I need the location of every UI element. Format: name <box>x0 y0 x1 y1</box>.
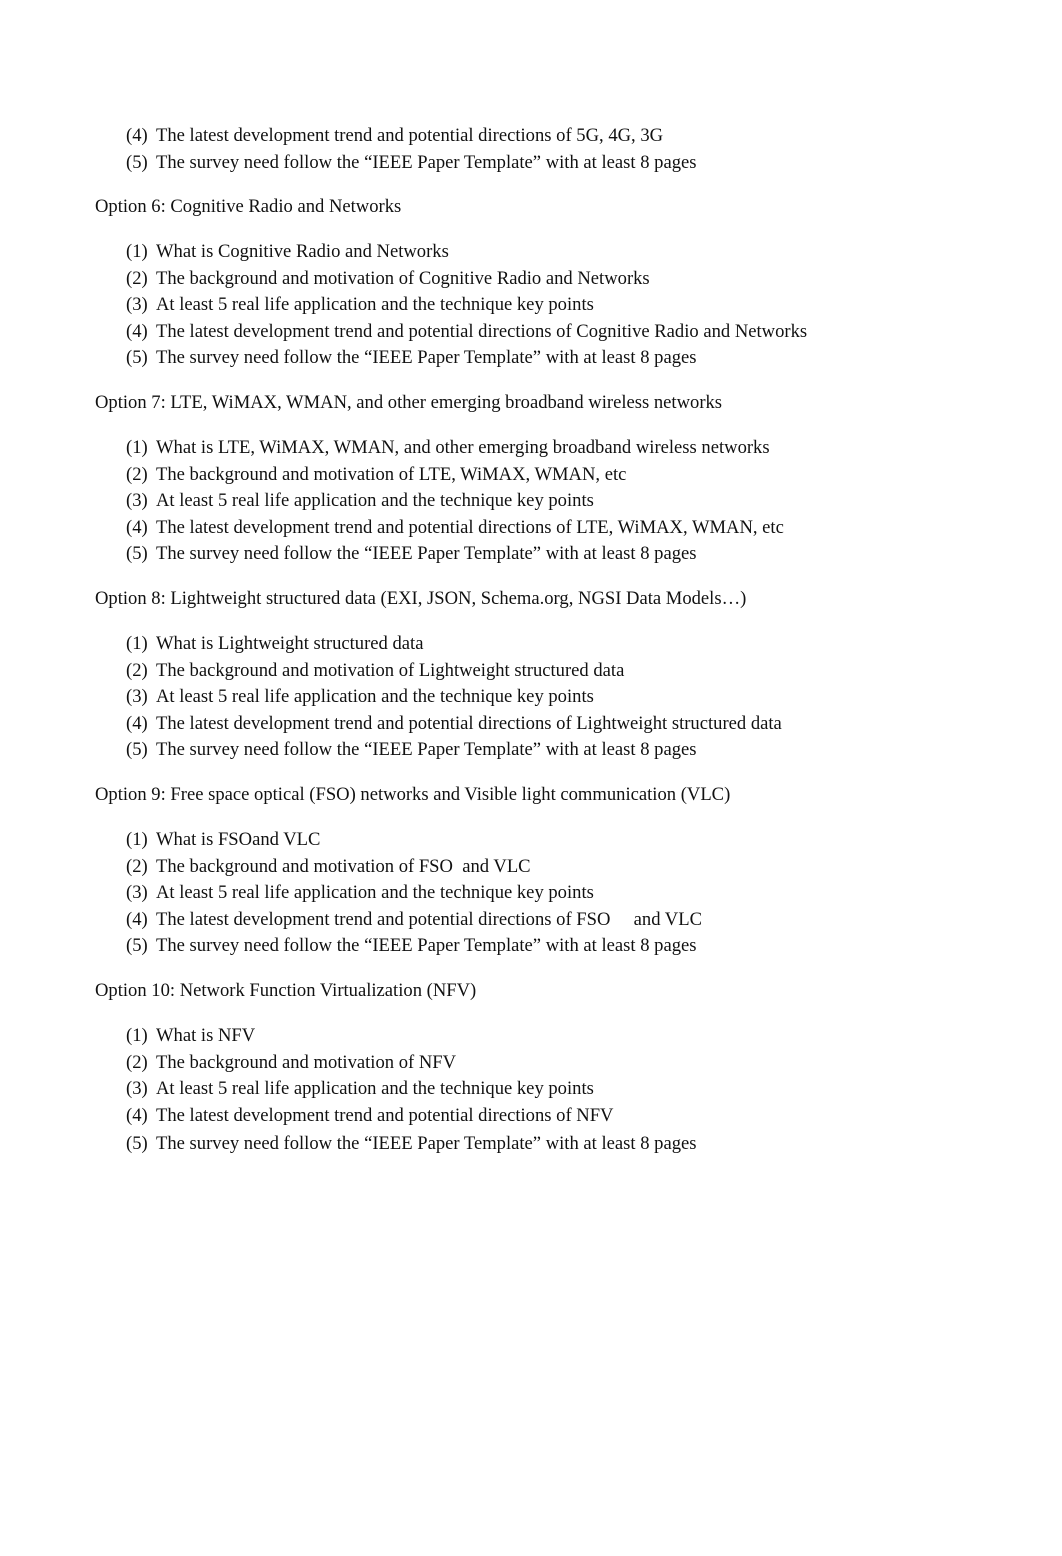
list-item-number: (5) <box>126 1133 148 1154</box>
list-item-number: (1) <box>126 1025 148 1046</box>
list-item-text: The latest development trend and potenti… <box>156 909 702 930</box>
option-heading: Option 7: LTE, WiMAX, WMAN, and other em… <box>95 392 723 413</box>
list-item-number: (2) <box>126 1052 148 1073</box>
list-item-text: The latest development trend and potenti… <box>156 321 808 342</box>
list-item-text: At least 5 real life application and the… <box>156 1078 594 1099</box>
list-item-number: (4) <box>126 321 148 342</box>
list-item-text: At least 5 real life application and the… <box>156 490 594 511</box>
list-item-text: The survey need follow the “IEEE Paper T… <box>156 1133 697 1154</box>
list-item-text: The latest development trend and potenti… <box>156 1105 614 1126</box>
list-item-text: What is Cognitive Radio and Networks <box>156 241 449 262</box>
list-item-number: (3) <box>126 294 148 315</box>
list-item-number: (1) <box>126 829 148 850</box>
list-item-text: At least 5 real life application and the… <box>156 294 594 315</box>
list-item-text: The survey need follow the “IEEE Paper T… <box>156 543 697 564</box>
list-item-text: At least 5 real life application and the… <box>156 882 594 903</box>
list-item-number: (5) <box>126 739 148 760</box>
option-heading: Option 6: Cognitive Radio and Networks <box>95 196 402 217</box>
list-item-text: What is NFV <box>156 1025 256 1046</box>
list-item-number: (2) <box>126 464 148 485</box>
list-item-number: (1) <box>126 633 148 654</box>
list-item-number: (3) <box>126 882 148 903</box>
list-item-text: The latest development trend and potenti… <box>156 517 784 538</box>
list-item-number: (4) <box>126 125 148 146</box>
list-item-number: (4) <box>126 1105 148 1126</box>
list-item-number: (4) <box>126 517 148 538</box>
list-item-text: At least 5 real life application and the… <box>156 686 594 707</box>
list-item-text: What is LTE, WiMAX, WMAN, and other emer… <box>156 437 770 458</box>
list-item-number: (5) <box>126 543 148 564</box>
list-item-number: (4) <box>126 909 148 930</box>
list-item-text: The survey need follow the “IEEE Paper T… <box>156 152 697 173</box>
list-item-text: The background and motivation of Lightwe… <box>156 660 625 681</box>
list-item-number: (5) <box>126 347 148 368</box>
list-item-text: The background and motivation of FSO and… <box>156 856 531 877</box>
list-item-text: What is FSOand VLC <box>156 829 321 850</box>
list-item-number: (2) <box>126 856 148 877</box>
list-item-text: The background and motivation of NFV <box>156 1052 457 1073</box>
option-heading: Option 8: Lightweight structured data (E… <box>95 588 747 609</box>
list-item-number: (5) <box>126 935 148 956</box>
list-item-number: (4) <box>126 713 148 734</box>
list-item-number: (1) <box>126 437 148 458</box>
option-heading: Option 9: Free space optical (FSO) netwo… <box>95 784 731 805</box>
list-item-number: (3) <box>126 490 148 511</box>
list-item-number: (1) <box>126 241 148 262</box>
document-page: (4) The latest development trend and pot… <box>0 0 1062 1556</box>
list-item-number: (5) <box>126 152 148 173</box>
list-item-text: The latest development trend and potenti… <box>156 713 782 734</box>
list-item-text: The latest development trend and potenti… <box>156 125 664 146</box>
list-item-text: The background and motivation of LTE, Wi… <box>156 464 627 485</box>
option-heading: Option 10: Network Function Virtualizati… <box>95 980 477 1001</box>
list-item-text: The survey need follow the “IEEE Paper T… <box>156 347 697 368</box>
list-item-text: The background and motivation of Cogniti… <box>156 268 650 289</box>
list-item-text: The survey need follow the “IEEE Paper T… <box>156 739 697 760</box>
list-item-number: (2) <box>126 660 148 681</box>
list-item-number: (3) <box>126 686 148 707</box>
list-item-text: The survey need follow the “IEEE Paper T… <box>156 935 697 956</box>
list-item-number: (2) <box>126 268 148 289</box>
list-item-number: (3) <box>126 1078 148 1099</box>
list-item-text: What is Lightweight structured data <box>156 633 424 654</box>
